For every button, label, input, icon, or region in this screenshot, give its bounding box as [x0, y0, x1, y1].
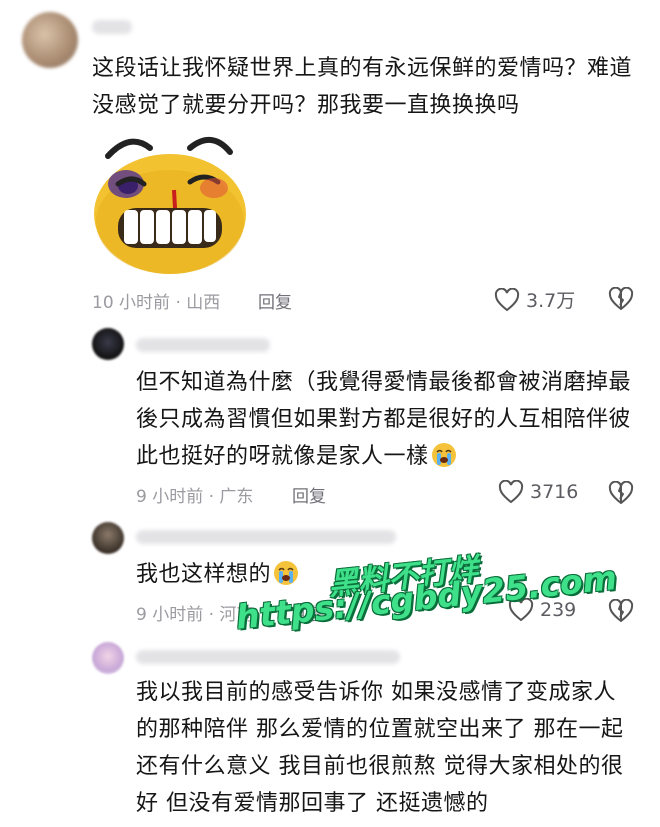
comment-text: 但不知道為什麼（我覺得愛情最後都會被消磨掉最 後只成為習慣但如果對方都是很好的人…	[136, 370, 632, 469]
comment-1: 这段话让我怀疑世界上真的有永远保鲜的爱情吗？难道 没感觉了就要分开吗？那我要一直…	[0, 0, 660, 318]
username-blurred[interactable]	[136, 650, 400, 664]
reply-button[interactable]: 回复	[258, 288, 292, 313]
like-count: 3716	[530, 481, 579, 503]
comment-text: 我以我目前的感受告诉你 如果没感情了变成家人 的那种陪伴 那么爱情的位置就空出来…	[136, 680, 624, 816]
dislike-button[interactable]	[608, 480, 634, 509]
dislike-button[interactable]	[608, 598, 634, 627]
heart-outline-icon	[498, 480, 524, 504]
avatar[interactable]	[92, 328, 124, 360]
username-blurred[interactable]	[92, 20, 132, 34]
like-button[interactable]: 3.7万	[494, 286, 575, 313]
grinning-bruised-face-sticker	[90, 126, 250, 278]
loudly-crying-face-icon	[431, 442, 457, 468]
avatar[interactable]	[92, 642, 124, 674]
username-blurred[interactable]	[136, 338, 270, 352]
like-button[interactable]: 3716	[498, 480, 578, 504]
username-blurred[interactable]	[136, 530, 396, 544]
avatar[interactable]	[22, 12, 78, 68]
dislike-button[interactable]	[608, 286, 634, 315]
comment-4: 我以我目前的感受告诉你 如果没感情了变成家人 的那种陪伴 那么爱情的位置就空出来…	[0, 636, 660, 827]
comment-time-location: 9 小时前 · 广东	[136, 487, 254, 507]
broken-heart-icon	[608, 286, 634, 310]
like-count: 3.7万	[526, 290, 576, 312]
comment-text: 我也这样想的	[136, 556, 299, 593]
comment-text: 这段话让我怀疑世界上真的有永远保鲜的爱情吗？难道 没感觉了就要分开吗？那我要一直…	[92, 56, 633, 118]
comment-time-location: 10 小时前 · 山西	[92, 293, 221, 313]
loudly-crying-face-icon	[273, 560, 299, 586]
reply-button[interactable]: 回复	[292, 482, 326, 507]
avatar[interactable]	[92, 522, 124, 554]
heart-outline-icon	[494, 287, 520, 311]
broken-heart-icon	[608, 480, 634, 504]
broken-heart-icon	[608, 598, 634, 622]
comment-2: 但不知道為什麼（我覺得愛情最後都會被消磨掉最 後只成為習慣但如果對方都是很好的人…	[0, 320, 660, 510]
